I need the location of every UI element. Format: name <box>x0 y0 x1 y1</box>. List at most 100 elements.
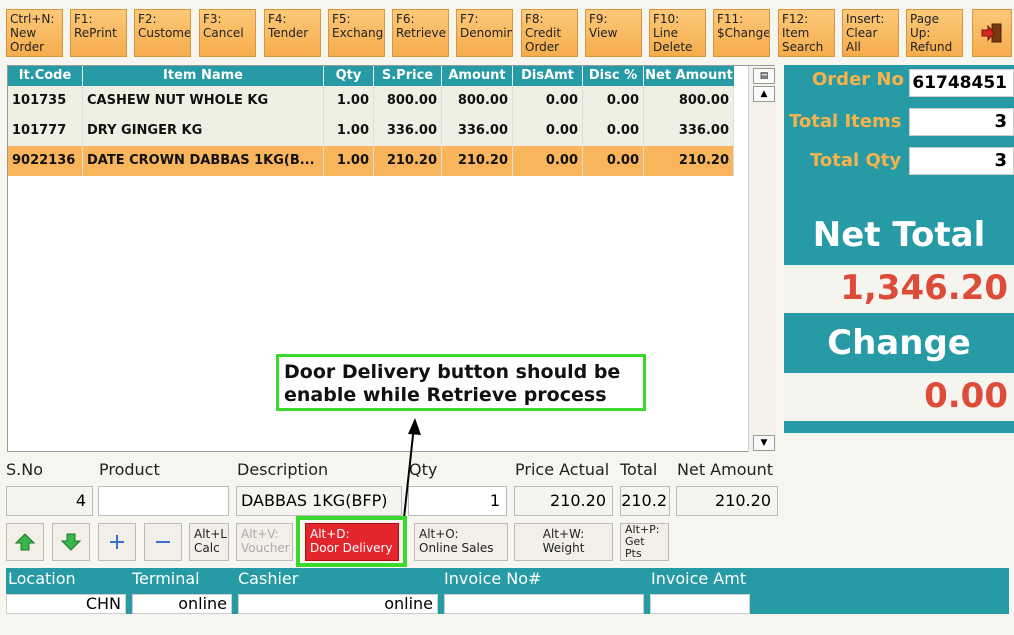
invoice-amt-label: Invoice Amt <box>651 569 747 588</box>
net-amount-field: 210.20 <box>676 486 778 516</box>
invoice-amt-field <box>650 594 750 614</box>
change-label: Change <box>827 323 971 363</box>
col-qty: Qty <box>324 66 374 86</box>
net-amount-label: Net Amount <box>677 460 774 479</box>
calc-button[interactable]: Alt+L: Calc <box>189 523 229 561</box>
net-total-label: Net Total <box>812 215 986 255</box>
retrieve-button[interactable]: F6: Retrieve <box>392 9 449 57</box>
total-items-field: 3 <box>909 108 1014 136</box>
move-down-button[interactable] <box>52 523 90 561</box>
minus-icon <box>156 541 170 543</box>
cell-qty: 1.00 <box>324 116 374 146</box>
credit-order-button[interactable]: F8: Credit Order <box>521 9 578 57</box>
col-amount: Amount <box>442 66 513 86</box>
scroll-up-icon[interactable]: ▲ <box>753 86 775 102</box>
cell-discpct: 0.00 <box>583 146 644 176</box>
plus-icon <box>110 535 124 549</box>
annotation-arrow-icon <box>403 418 421 519</box>
view-button[interactable]: F9: View <box>585 9 642 57</box>
change-button[interactable]: F11: $Change <box>713 9 770 57</box>
cancel-button[interactable]: F3: Cancel <box>199 9 256 57</box>
exchange-button[interactable]: F5: Exchang <box>328 9 385 57</box>
clear-all-button[interactable]: Insert: Clear All <box>842 9 899 57</box>
table-row[interactable]: 101735 CASHEW NUT WHOLE KG 1.00 800.00 8… <box>8 86 734 116</box>
cashier-field: online <box>238 594 438 614</box>
total-qty-label: Total Qty <box>810 150 902 171</box>
footer-bar: Location CHN Terminal online Cashier onl… <box>6 568 1009 614</box>
arrow-up-icon <box>15 533 35 551</box>
tender-button[interactable]: F4: Tender <box>264 9 321 57</box>
line-delete-button[interactable]: F10: Line Delete <box>649 9 706 57</box>
column-chooser-icon[interactable]: ▤ <box>753 68 775 84</box>
new-order-button[interactable]: Ctrl+N: New Order <box>6 9 63 57</box>
refund-button[interactable]: Page Up: Refund <box>906 9 963 57</box>
price-actual-field: 210.20 <box>514 486 613 516</box>
online-sales-button[interactable]: Alt+O: Online Sales <box>414 523 508 561</box>
price-actual-label: Price Actual <box>515 460 610 479</box>
exit-button[interactable] <box>972 9 1012 57</box>
move-up-button[interactable] <box>6 523 44 561</box>
door-delivery-highlight <box>296 516 407 567</box>
cell-item-name: DATE CROWN DABBAS 1KG(B... <box>83 146 324 176</box>
get-points-button[interactable]: Alt+P: Get Pts <box>620 523 669 561</box>
summary-panel: Order No 61748451 Total Items 3 Total Qt… <box>784 65 1014 433</box>
customer-button[interactable]: F2: Custome <box>134 9 191 57</box>
cell-itcode: 9022136 <box>8 146 83 176</box>
cashier-label: Cashier <box>238 569 299 588</box>
order-no-label: Order No <box>812 69 904 90</box>
invoice-no-field <box>444 594 644 614</box>
cell-discpct: 0.00 <box>583 86 644 116</box>
annotation-callout: Door Delivery button should be enable wh… <box>276 354 646 411</box>
cell-sprice: 210.20 <box>374 146 442 176</box>
cell-item-name: CASHEW NUT WHOLE KG <box>83 86 324 116</box>
denomination-button[interactable]: F7: Denomin <box>456 9 513 57</box>
terminal-label: Terminal <box>132 569 200 588</box>
description-field: DABBAS 1KG(BFP) <box>236 486 402 516</box>
sno-label: S.No <box>6 460 43 479</box>
voucher-button[interactable]: Alt+V: Voucher <box>236 523 293 561</box>
arrow-down-icon <box>61 533 81 551</box>
add-qty-button[interactable] <box>98 523 136 561</box>
cell-sprice: 336.00 <box>374 116 442 146</box>
cell-sprice: 800.00 <box>374 86 442 116</box>
cell-disamt: 0.00 <box>513 146 583 176</box>
cell-itcode: 101735 <box>8 86 83 116</box>
col-net-amount: Net Amount <box>645 68 733 83</box>
weight-button[interactable]: Alt+W: Weight <box>514 523 613 561</box>
table-row-selected[interactable]: 9022136 DATE CROWN DABBAS 1KG(B... 1.00 … <box>8 146 734 176</box>
table-row[interactable]: 101777 DRY GINGER KG 1.00 336.00 336.00 … <box>8 116 734 146</box>
location-field: CHN <box>6 594 126 614</box>
sno-field: 4 <box>6 486 93 516</box>
cell-net-amount: 800.00 <box>644 86 734 116</box>
cell-net-amount: 336.00 <box>644 116 734 146</box>
cell-amount: 800.00 <box>442 86 513 116</box>
cell-disamt: 0.00 <box>513 116 583 146</box>
subtract-qty-button[interactable] <box>144 523 182 561</box>
cell-qty: 1.00 <box>324 146 374 176</box>
reprint-button[interactable]: F1: RePrint <box>70 9 127 57</box>
invoice-no-label: Invoice No# <box>444 569 542 588</box>
cell-qty: 1.00 <box>324 86 374 116</box>
col-sprice: S.Price <box>374 66 442 86</box>
total-label: Total <box>620 460 658 479</box>
cell-discpct: 0.00 <box>583 116 644 146</box>
scroll-down-icon[interactable]: ▼ <box>753 435 775 451</box>
cell-net-amount: 210.20 <box>644 146 734 176</box>
item-search-button[interactable]: F12: Item Search <box>778 9 835 57</box>
location-label: Location <box>8 569 76 588</box>
product-input[interactable] <box>98 486 229 516</box>
grid-header: It.Code Item Name Qty S.Price Amount Dis… <box>8 66 734 86</box>
net-total-value: 1,346.20 <box>784 265 1014 313</box>
cell-amount: 336.00 <box>442 116 513 146</box>
description-label: Description <box>237 460 329 479</box>
total-items-label: Total Items <box>789 111 902 132</box>
cell-item-name: DRY GINGER KG <box>83 116 324 146</box>
change-value: 0.00 <box>784 373 1014 421</box>
total-qty-field: 3 <box>909 147 1014 175</box>
cell-amount: 210.20 <box>442 146 513 176</box>
col-itcode: It.Code <box>8 66 83 86</box>
cell-disamt: 0.00 <box>513 86 583 116</box>
product-label: Product <box>99 460 160 479</box>
col-disamt: DisAmt <box>513 66 583 86</box>
grid-scrollbar[interactable]: ▤ ▲ ▼ <box>748 66 776 452</box>
